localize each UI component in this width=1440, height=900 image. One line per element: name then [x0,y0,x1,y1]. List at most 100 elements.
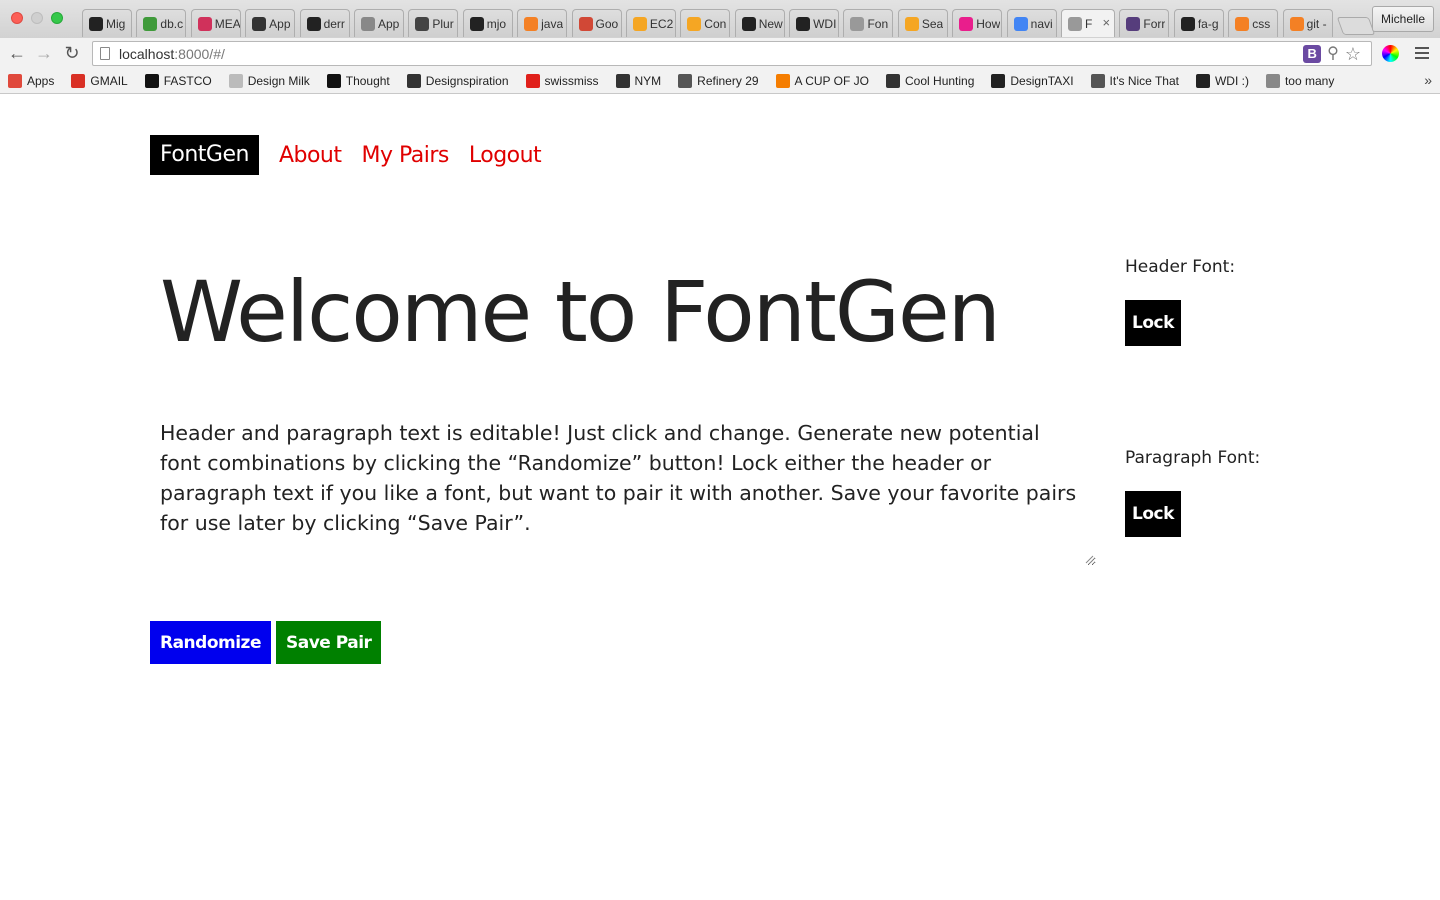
profile-button[interactable]: Michelle [1371,6,1434,32]
asterisk-icon [904,16,919,31]
paragraph-font-label: Paragraph Font: [1125,448,1261,468]
designspiration-icon [406,74,421,88]
browser-tab[interactable]: Fon [843,9,894,37]
bookmark-item[interactable]: It's Nice That [1090,74,1179,88]
window-maximize-button[interactable] [51,12,63,24]
browser-tab[interactable]: Forr [1119,9,1170,37]
tab-label: Sea [921,16,944,31]
nav-logout[interactable]: Logout [469,143,542,168]
bookmark-label: Design Milk [247,74,310,88]
browser-tab[interactable]: derr [299,9,350,37]
bookmark-item[interactable]: Designspiration [406,74,509,88]
browser-tab[interactable]: Plur [408,9,459,37]
header-lock-button[interactable]: Lock [1125,300,1181,346]
key-icon[interactable]: ⚲ [1327,45,1339,63]
gear-folder-icon [1265,74,1280,88]
bookmark-item[interactable]: A CUP OF JO [775,74,870,88]
chevron-more-icon[interactable]: » [1424,72,1432,88]
browser-tab[interactable]: New [734,9,785,37]
close-tab-icon[interactable]: × [1102,15,1110,30]
github-icon [741,16,756,31]
tab-label: WDI [813,16,837,31]
page-content: FontGen About My Pairs Logout Welcome to… [0,95,1440,900]
browser-tab[interactable]: F × [1061,9,1116,37]
bookmark-label: GMAIL [90,74,128,88]
tab-label: App [377,16,400,31]
tab-label: db.c [160,16,184,31]
plane-icon [252,16,267,31]
bookmark-item[interactable]: Design Milk [228,74,310,88]
tab-label: How [976,16,1001,31]
nav-about[interactable]: About [279,143,342,168]
bookmark-item[interactable]: FASTCO [144,74,212,88]
editable-header[interactable]: Welcome to FontGen [160,263,1001,361]
reload-icon[interactable]: ↻ [61,42,83,64]
browser-tab-strip: Mig db.c MEA App derr App Plur mjo java Goo EC2 Con… [0,0,1440,39]
github-icon [796,16,811,31]
github-icon [469,16,484,31]
browser-tab[interactable]: java [517,9,568,37]
color-picker-extension-icon[interactable] [1382,45,1399,62]
tab-label: EC2 [649,16,674,31]
browser-tab[interactable]: db.c [136,9,187,37]
bookmark-item[interactable]: swissmiss [525,74,599,88]
stackoverflow-icon [524,16,539,31]
new-tab-button[interactable] [1336,17,1376,35]
brand-logo[interactable]: FontGen [150,135,259,175]
action-buttons: Randomize Save Pair [150,621,382,664]
browser-tab[interactable]: Con [680,9,731,37]
browser-tab[interactable]: git - [1282,9,1333,37]
browser-tab[interactable]: App [353,9,404,37]
tab-label: App [269,16,291,31]
bookmark-item[interactable]: too many [1265,74,1334,88]
bookmark-item[interactable]: Apps [8,74,54,88]
page-icon [100,47,110,60]
forward-arrow-icon[interactable]: → [33,42,55,64]
bookmark-item[interactable]: Refinery 29 [678,74,759,88]
bookmark-item[interactable]: Thought [326,74,390,88]
bookmark-item[interactable]: NYM [615,74,661,88]
browser-tab[interactable]: Sea [897,9,948,37]
blogger-icon [775,74,790,88]
refinery-icon [678,74,693,88]
browser-tab[interactable]: css [1228,9,1279,37]
browser-tab[interactable]: navi [1006,9,1057,37]
bookmark-star-icon[interactable]: ☆ [1345,45,1361,63]
nym-icon [615,74,630,88]
spark-icon [360,16,375,31]
randomize-button[interactable]: Randomize [150,621,271,664]
browser-tab[interactable]: mjo [462,9,513,37]
browser-tab[interactable]: Goo [571,9,622,37]
browser-tab[interactable]: WDI [789,9,840,37]
github-icon [306,16,321,31]
bookmark-label: Designspiration [425,74,509,88]
download-icon [415,16,430,31]
browser-tab[interactable]: Mig [82,9,132,37]
gmail-icon [71,74,86,88]
browser-tab[interactable]: EC2 [625,9,676,37]
stackoverflow-icon [1235,16,1250,31]
browser-tab[interactable]: How [952,9,1003,37]
resize-grip-icon[interactable] [1084,554,1094,564]
editable-paragraph[interactable]: Header and paragraph text is editable! J… [150,410,1096,566]
browser-tab[interactable]: fa-g [1173,9,1224,37]
back-arrow-icon[interactable]: ← [6,42,28,64]
window-minimize-button[interactable] [31,12,43,24]
bookmark-label: A CUP OF JO [794,74,870,88]
bootstrap-extension-icon[interactable]: B [1303,45,1322,63]
address-bar[interactable]: localhost:8000/#/ B ⚲ ☆ [92,41,1372,66]
menu-icon[interactable] [1415,47,1429,62]
github-icon [1195,74,1210,88]
browser-tab[interactable]: App [245,9,296,37]
save-pair-button[interactable]: Save Pair [275,621,382,664]
bookmark-item[interactable]: WDI :) [1195,74,1249,88]
window-close-button[interactable] [11,12,23,24]
browser-tab[interactable]: MEA [190,9,241,37]
aws-icon [632,16,647,31]
bookmark-item[interactable]: Cool Hunting [886,74,974,88]
bookmark-label: swissmiss [544,74,599,88]
nav-my-pairs[interactable]: My Pairs [361,143,449,168]
bookmark-item[interactable]: GMAIL [71,74,128,88]
bookmark-item[interactable]: DesignTAXI [991,74,1074,88]
paragraph-lock-button[interactable]: Lock [1125,491,1181,537]
